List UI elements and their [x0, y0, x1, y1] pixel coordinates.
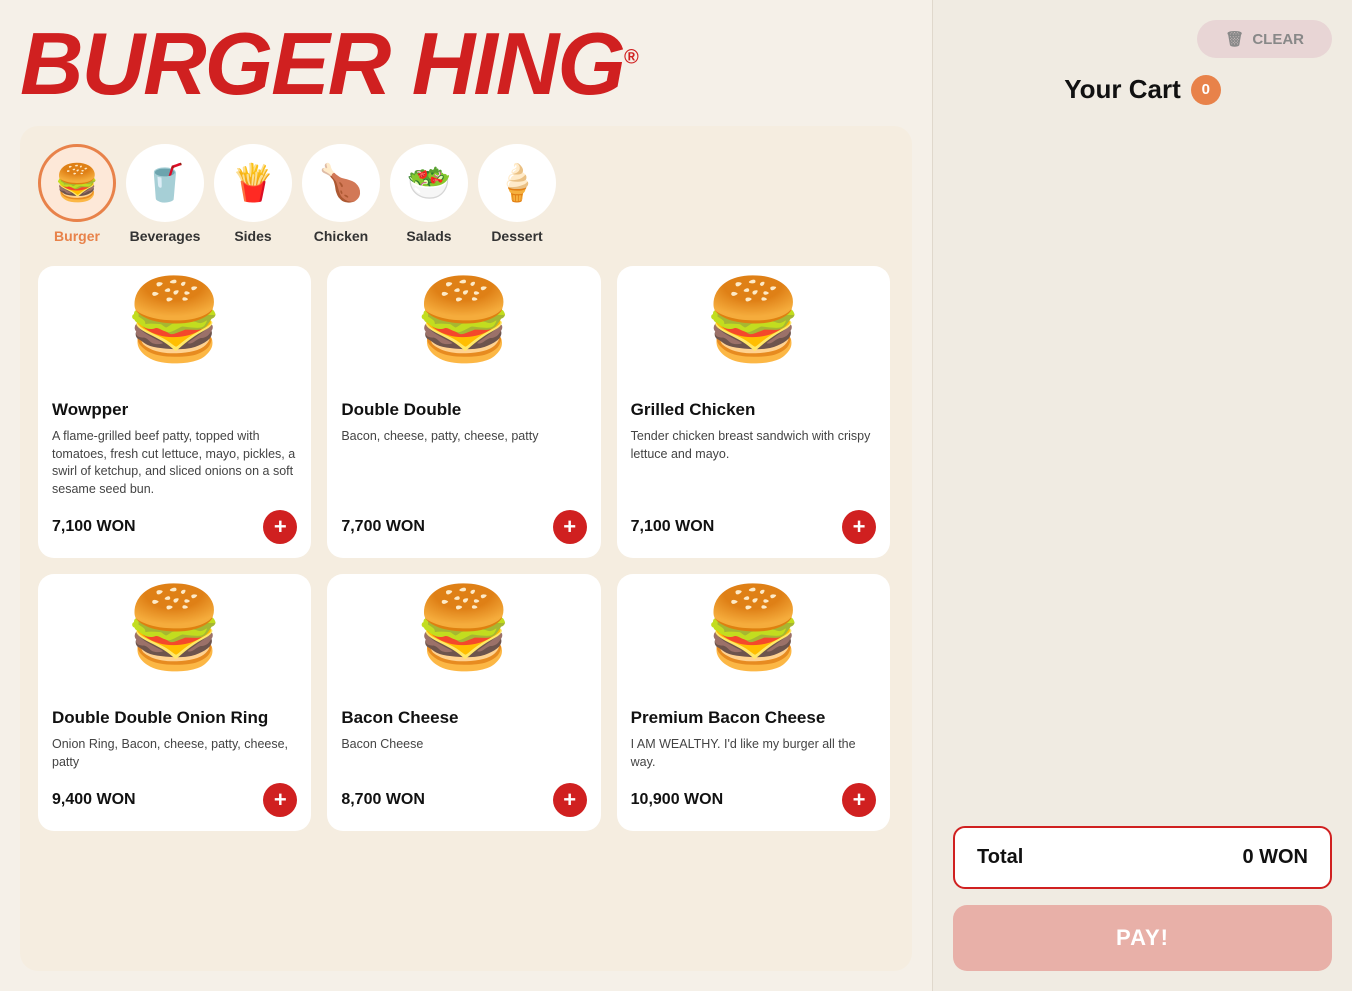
menu-card-4: 🍔 Double Double Onion Ring Onion Ring, B… [38, 574, 311, 831]
total-label: Total [977, 846, 1023, 869]
category-label-chicken: Chicken [314, 228, 368, 244]
category-item-sides[interactable]: 🍟 Sides [214, 144, 292, 244]
categories-bar: 🍔 Burger 🥤 Beverages 🍟 Sides 🍗 Chicken 🥗… [38, 144, 894, 244]
burger-icon-3: 🍔 [704, 280, 804, 360]
category-label-dessert: Dessert [491, 228, 542, 244]
card-image-6: 🍔 [631, 588, 876, 698]
card-name-6: Premium Bacon Cheese [631, 708, 876, 728]
card-image-3: 🍔 [631, 280, 876, 390]
card-image-5: 🍔 [341, 588, 586, 698]
category-item-chicken[interactable]: 🍗 Chicken [302, 144, 380, 244]
card-price-3: 7,100 WON [631, 518, 715, 536]
card-name-3: Grilled Chicken [631, 400, 876, 420]
menu-card-1: 🍔 Wowpper A flame-grilled beef patty, to… [38, 266, 311, 558]
menu-card-6: 🍔 Premium Bacon Cheese I AM WEALTHY. I'd… [617, 574, 890, 831]
clear-label: CLEAR [1252, 31, 1304, 48]
card-desc-6: I AM WEALTHY. I'd like my burger all the… [631, 736, 876, 771]
menu-grid: 🍔 Wowpper A flame-grilled beef patty, to… [38, 266, 890, 831]
card-desc-4: Onion Ring, Bacon, cheese, patty, cheese… [52, 736, 297, 771]
clear-button[interactable]: 🗑 CLEAR [1197, 20, 1332, 58]
menu-card-5: 🍔 Bacon Cheese Bacon Cheese 8,700 WON + [327, 574, 600, 831]
menu-area: 🍔 Burger 🥤 Beverages 🍟 Sides 🍗 Chicken 🥗… [20, 126, 912, 971]
cart-title: Your Cart [1064, 74, 1181, 105]
menu-scroll[interactable]: 🍔 Wowpper A flame-grilled beef patty, to… [38, 266, 894, 953]
category-icon-sides: 🍟 [214, 144, 292, 222]
trash-icon: 🗑 [1225, 30, 1244, 48]
card-name-4: Double Double Onion Ring [52, 708, 297, 728]
card-footer-4: 9,400 WON + [52, 783, 297, 817]
category-item-dessert[interactable]: 🍦 Dessert [478, 144, 556, 244]
category-label-beverages: Beverages [130, 228, 201, 244]
add-to-cart-button-1[interactable]: + [263, 510, 297, 544]
card-price-1: 7,100 WON [52, 518, 136, 536]
burger-icon-2: 🍔 [414, 280, 514, 360]
category-item-beverages[interactable]: 🥤 Beverages [126, 144, 204, 244]
card-price-2: 7,700 WON [341, 518, 425, 536]
card-footer-1: 7,100 WON + [52, 510, 297, 544]
category-icon-salads: 🥗 [390, 144, 468, 222]
category-icon-burger: 🍔 [38, 144, 116, 222]
total-value: 0 WON [1242, 846, 1308, 869]
app-logo: BURGER HING® [20, 20, 912, 108]
pay-button[interactable]: PAY! [953, 905, 1332, 971]
menu-card-2: 🍔 Double Double Bacon, cheese, patty, ch… [327, 266, 600, 558]
card-name-1: Wowpper [52, 400, 297, 420]
add-to-cart-button-4[interactable]: + [263, 783, 297, 817]
category-icon-chicken: 🍗 [302, 144, 380, 222]
card-image-1: 🍔 [52, 280, 297, 390]
category-icon-beverages: 🥤 [126, 144, 204, 222]
add-to-cart-button-6[interactable]: + [842, 783, 876, 817]
card-footer-5: 8,700 WON + [341, 783, 586, 817]
card-desc-5: Bacon Cheese [341, 736, 586, 771]
card-name-5: Bacon Cheese [341, 708, 586, 728]
right-panel: 🗑 CLEAR Your Cart 0 Total 0 WON PAY! [932, 0, 1352, 991]
category-item-salads[interactable]: 🥗 Salads [390, 144, 468, 244]
card-footer-2: 7,700 WON + [341, 510, 586, 544]
add-to-cart-button-5[interactable]: + [553, 783, 587, 817]
card-name-2: Double Double [341, 400, 586, 420]
category-label-salads: Salads [406, 228, 451, 244]
card-desc-1: A flame-grilled beef patty, topped with … [52, 428, 297, 498]
burger-icon-6: 🍔 [704, 588, 804, 668]
cart-header: Your Cart 0 [953, 74, 1332, 105]
card-desc-2: Bacon, cheese, patty, cheese, patty [341, 428, 586, 498]
cart-count-badge: 0 [1191, 75, 1221, 105]
category-icon-dessert: 🍦 [478, 144, 556, 222]
card-image-4: 🍔 [52, 588, 297, 698]
card-price-5: 8,700 WON [341, 791, 425, 809]
card-price-4: 9,400 WON [52, 791, 136, 809]
cart-items-area [953, 125, 1332, 826]
cart-total-box: Total 0 WON [953, 826, 1332, 889]
card-desc-3: Tender chicken breast sandwich with cris… [631, 428, 876, 498]
card-price-6: 10,900 WON [631, 791, 723, 809]
card-footer-3: 7,100 WON + [631, 510, 876, 544]
add-to-cart-button-2[interactable]: + [553, 510, 587, 544]
add-to-cart-button-3[interactable]: + [842, 510, 876, 544]
category-label-sides: Sides [234, 228, 271, 244]
category-label-burger: Burger [54, 228, 100, 244]
left-panel: BURGER HING® 🍔 Burger 🥤 Beverages 🍟 Side… [0, 0, 932, 991]
category-item-burger[interactable]: 🍔 Burger [38, 144, 116, 244]
burger-icon-1: 🍔 [125, 280, 225, 360]
burger-icon-5: 🍔 [414, 588, 514, 668]
card-image-2: 🍔 [341, 280, 586, 390]
burger-icon-4: 🍔 [125, 588, 225, 668]
card-footer-6: 10,900 WON + [631, 783, 876, 817]
menu-card-3: 🍔 Grilled Chicken Tender chicken breast … [617, 266, 890, 558]
